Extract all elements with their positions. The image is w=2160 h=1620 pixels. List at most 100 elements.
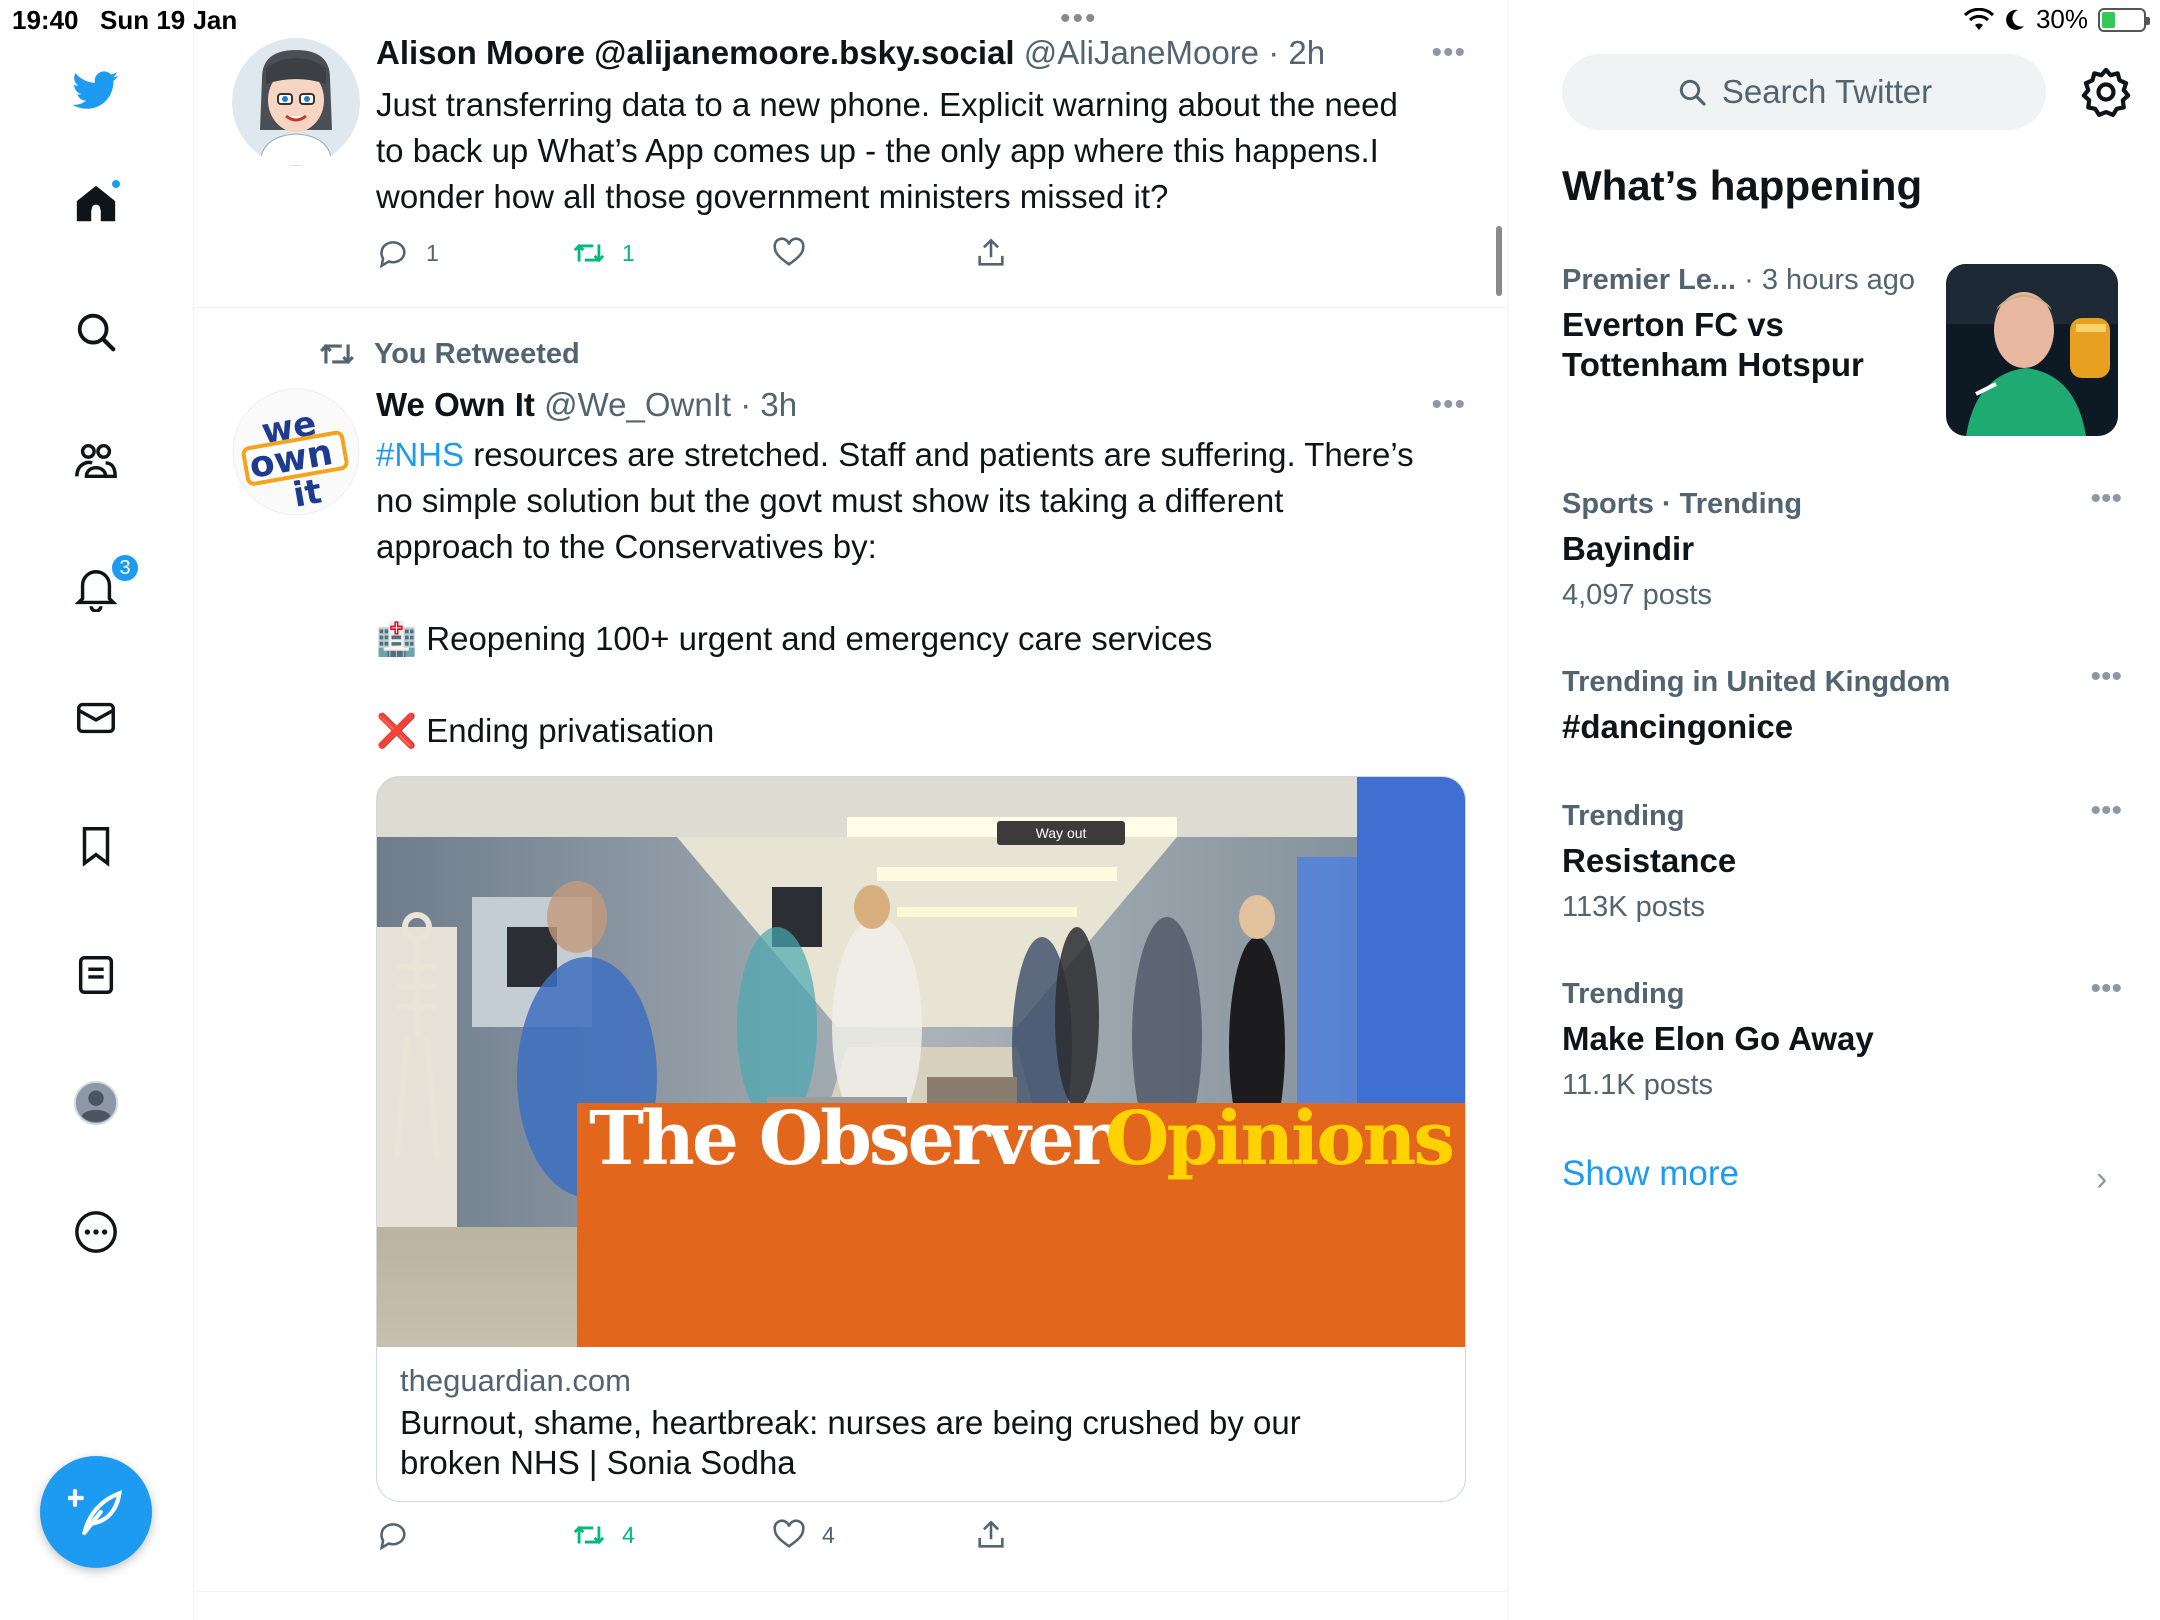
tweet-text-line: ❌ Ending privatisation: [376, 708, 1466, 754]
tweet-time[interactable]: · 3h: [740, 386, 797, 423]
search-twitter-input[interactable]: Search Twitter: [1562, 54, 2046, 130]
tweet-text-line: to back up What’s App comes up - the onl…: [376, 132, 1379, 169]
share-button[interactable]: [974, 1518, 1008, 1552]
trend-category: Sports · Trending: [1562, 488, 1803, 520]
trend-category: Premier Le...: [1562, 264, 1737, 296]
hospital-emoji: 🏥: [376, 619, 418, 658]
retweet-button[interactable]: 1: [572, 236, 635, 270]
author-name[interactable]: Alison Moore @alijanemoore.bsky.social: [376, 34, 1015, 71]
trend-post-count: 113K posts: [1562, 891, 1705, 923]
compose-tweet-button[interactable]: [40, 1456, 152, 1568]
card-title-line: broken NHS | Sonia Sodha: [400, 1444, 796, 1481]
bullet-text: Ending privatisation: [426, 712, 715, 749]
notifications-bell-icon[interactable]: 3: [68, 553, 140, 617]
cross-mark-emoji: ❌: [376, 711, 418, 750]
heart-icon: [773, 1519, 805, 1548]
reply-icon: [379, 1523, 406, 1551]
hashtag-nhs[interactable]: #NHS: [376, 436, 464, 473]
bookmarks-icon[interactable]: [68, 818, 124, 874]
trend-topic: Bayindir: [1562, 530, 1695, 567]
tweet-time[interactable]: · 2h: [1268, 34, 1325, 71]
link-preview-card[interactable]: Way out The Observer Opinions theguardia…: [376, 776, 1466, 1502]
trend-more-button[interactable]: •••: [2090, 482, 2122, 516]
trend-category: Trending in United Kingdom: [1562, 666, 1951, 698]
tweet-text-line: wonder how all those government minister…: [376, 178, 1169, 215]
trend-category: Trending: [1562, 978, 1685, 1010]
tweet-text-line: #NHS resources are stretched. Staff and …: [376, 432, 1466, 478]
trend-item[interactable]: Sports · Trending ••• Bayindir 4,097 pos…: [1562, 482, 2122, 612]
tweet-text-line: approach to the Conservatives by:: [376, 528, 877, 565]
tweet-text-span: resources are stretched. Staff and patie…: [464, 436, 1414, 473]
trend-topic: Everton FC vs Tottenham Hotspur: [1562, 305, 1942, 385]
trend-topic: Make Elon Go Away: [1562, 1020, 1874, 1057]
trend-item[interactable]: Trending ••• Make Elon Go Away 11.1K pos…: [1562, 972, 2122, 1102]
trend-item[interactable]: Trending in United Kingdom ••• #dancingo…: [1562, 660, 2122, 747]
like-button[interactable]: [772, 236, 822, 270]
avatar-alison-moore[interactable]: [232, 38, 360, 166]
reply-icon: [379, 241, 406, 269]
retweet-icon: [573, 1525, 605, 1545]
like-button[interactable]: 4: [772, 1518, 835, 1552]
tweet-more-button[interactable]: •••: [1431, 36, 1466, 70]
tweet-actions: 1 1: [376, 236, 1076, 276]
trend-more-button[interactable]: •••: [2090, 794, 2122, 828]
retweet-icon: [320, 343, 354, 365]
tweet-text-line: no simple solution but the govt must sho…: [376, 482, 1284, 519]
opinions-banner-text: Opinions: [1105, 1096, 1452, 1182]
share-upload-icon: [978, 238, 1004, 266]
tweet[interactable]: Alison Moore @alijanemoore.bsky.social @…: [194, 0, 1507, 308]
trend-thumbnail[interactable]: [1946, 264, 2118, 436]
show-more-link[interactable]: Show more: [1562, 1154, 1739, 1194]
tweet-text-line: 🏥 Reopening 100+ urgent and emergency ca…: [376, 616, 1466, 662]
tweet-header: Alison Moore @alijanemoore.bsky.social @…: [376, 34, 1325, 72]
tweet[interactable]: You Retweeted we own it We Own It @We_Ow…: [194, 308, 1507, 1592]
reply-button[interactable]: [376, 1518, 426, 1552]
card-title-line: Burnout, shame, heartbreak: nurses are b…: [400, 1404, 1301, 1441]
bullet-text: Reopening 100+ urgent and emergency care…: [426, 620, 1213, 657]
trend-topic-line: Tottenham Hotspur: [1562, 346, 1864, 383]
way-out-sign: Way out: [1036, 825, 1087, 841]
trend-item[interactable]: Trending ••• Resistance 113K posts: [1562, 794, 2122, 924]
profile-avatar-icon[interactable]: [68, 1075, 124, 1131]
card-title[interactable]: Burnout, shame, heartbreak: nurses are b…: [400, 1403, 1440, 1483]
twitter-logo-icon[interactable]: [68, 62, 124, 118]
trend-item[interactable]: Premier Le... · 3 hours ago Everton FC v…: [1562, 264, 1942, 385]
search-placeholder: Search Twitter: [1721, 73, 1933, 110]
retweet-button[interactable]: 4: [572, 1518, 635, 1552]
communities-icon[interactable]: [68, 433, 124, 489]
gear-icon: [2081, 67, 2131, 117]
home-icon[interactable]: [68, 176, 124, 232]
retweet-count: 1: [622, 239, 635, 266]
avatar-we-own-it[interactable]: we own it: [232, 388, 360, 516]
notifications-badge: 3: [110, 553, 140, 583]
lists-icon[interactable]: [68, 947, 124, 1003]
more-circle-icon[interactable]: [68, 1204, 124, 1260]
search-icon: [1679, 79, 1706, 106]
trend-topic: Resistance: [1562, 842, 1737, 879]
share-button[interactable]: [974, 236, 1008, 270]
author-name[interactable]: We Own It: [376, 386, 535, 423]
author-handle[interactable]: @We_OwnIt: [544, 386, 731, 423]
reply-button[interactable]: 1: [376, 236, 439, 270]
whats-happening-heading: What’s happening: [1562, 162, 1923, 209]
retweet-count: 4: [622, 1521, 635, 1548]
tweet-more-button[interactable]: •••: [1431, 388, 1466, 422]
observer-banner-text: The Observer: [589, 1096, 1112, 1182]
card-domain[interactable]: theguardian.com: [400, 1363, 631, 1399]
trend-more-button[interactable]: •••: [2090, 660, 2122, 694]
chevron-right-icon[interactable]: ›: [2096, 1160, 2107, 1199]
explore-search-icon[interactable]: [68, 304, 124, 360]
trend-topic-line: Everton FC vs: [1562, 306, 1784, 343]
home-timeline[interactable]: Alison Moore @alijanemoore.bsky.social @…: [194, 0, 1508, 1620]
author-handle[interactable]: @AliJaneMoore: [1024, 34, 1259, 71]
trend-category: Trending: [1562, 800, 1685, 832]
article-image[interactable]: Way out The Observer Opinions: [377, 777, 1465, 1347]
timeline-scrollbar[interactable]: [1496, 226, 1502, 296]
heart-icon: [773, 237, 805, 266]
settings-gear-button[interactable]: [2078, 64, 2134, 120]
tweet-actions: 4 4: [376, 1518, 1076, 1558]
trend-more-button[interactable]: •••: [2090, 972, 2122, 1006]
tweet-text: #NHS resources are stretched. Staff and …: [376, 432, 1466, 754]
retweeted-label[interactable]: You Retweeted: [374, 338, 580, 371]
messages-mail-icon[interactable]: [68, 690, 124, 746]
